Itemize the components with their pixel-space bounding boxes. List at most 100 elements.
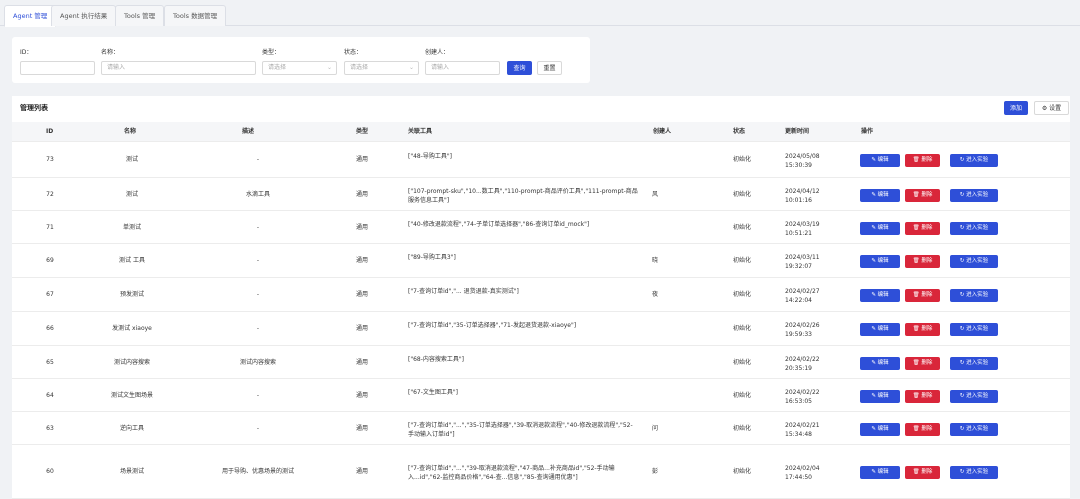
table-row: 60 场景测试 用于导购、优惠场景的测试 通用 ["7-查询订单id","...","3… <box>12 445 1070 499</box>
cell-id: 60 <box>46 468 54 475</box>
cell-id: 73 <box>46 156 54 163</box>
delete-button[interactable]: 🗑 删除 <box>905 189 940 202</box>
delete-button[interactable]: 🗑 删除 <box>905 289 940 302</box>
tab-tools-management[interactable]: Tools 管理 <box>115 5 165 26</box>
cell-name: 场景测试 <box>119 468 144 475</box>
edit-button[interactable]: ✎ 编辑 <box>860 289 900 302</box>
cell-tools: ["89-导购工具3"] <box>408 254 456 261</box>
delete-button[interactable]: 🗑 删除 <box>905 154 940 167</box>
id-label: ID： <box>20 49 33 56</box>
delete-button[interactable]: 🗑 删除 <box>905 255 940 268</box>
status-select[interactable]: 请选择 ⌄ <box>344 61 419 75</box>
cell-tools: ["7-查询订单id","35-订单选择器","71-发起退货退款-xiaoye… <box>408 322 577 329</box>
add-button[interactable]: 添加 <box>1004 101 1028 115</box>
enter-experiment-button[interactable]: ↻ 进入实验 <box>950 466 998 479</box>
type-select[interactable]: 请选择 ⌄ <box>262 61 337 75</box>
cell-type: 通用 <box>355 468 368 475</box>
cell-creator: 问 <box>652 425 659 432</box>
table-row: 67 预发测试 - 通用 ["7-查询订单id","... 退货退款-真实测试"] 夜 初始… <box>12 278 1070 312</box>
edit-button[interactable]: ✎ 编辑 <box>860 390 900 403</box>
edit-button[interactable]: ✎ 编辑 <box>860 189 900 202</box>
cell-updated: 2024/02/21 15:34:48 <box>785 422 820 438</box>
cell-updated: 2024/03/11 19:32:07 <box>785 254 820 270</box>
edit-button[interactable]: ✎ 编辑 <box>860 466 900 479</box>
cell-name: 逆向工具 <box>119 425 144 432</box>
delete-button-label: 删除 <box>921 360 933 366</box>
enter-experiment-button-label: 进入实验 <box>966 469 989 475</box>
delete-button[interactable]: 🗑 删除 <box>905 222 940 235</box>
table-row: 69 测试 工具 - 通用 ["89-导购工具3"] 晓 初始化 2024/03/11 19:… <box>12 244 1070 278</box>
tab-tools-data[interactable]: Tools 数据管理 <box>164 5 227 26</box>
cell-type: 通用 <box>355 224 368 231</box>
edit-button-label: 编辑 <box>877 192 889 198</box>
cell-desc: 测试内容搜索 <box>239 359 276 366</box>
edit-button-label: 编辑 <box>877 360 889 366</box>
cell-updated: 2024/02/22 16:53:05 <box>785 389 820 405</box>
edit-button-label: 编辑 <box>877 469 889 475</box>
id-input[interactable] <box>20 61 95 75</box>
cell-creator: 彭 <box>652 468 659 475</box>
enter-experiment-button[interactable]: ↻ 进入实验 <box>950 423 998 436</box>
cell-status: 初始化 <box>732 359 751 366</box>
creator-label: 创建人： <box>425 49 450 56</box>
delete-button[interactable]: 🗑 删除 <box>905 357 940 370</box>
enter-experiment-button[interactable]: ↻ 进入实验 <box>950 289 998 302</box>
reset-button[interactable]: 重置 <box>537 61 562 75</box>
edit-button[interactable]: ✎ 编辑 <box>860 154 900 167</box>
cell-updated: 2024/02/26 19:59:33 <box>785 322 820 338</box>
enter-experiment-button[interactable]: ↻ 进入实验 <box>950 357 998 370</box>
edit-button[interactable]: ✎ 编辑 <box>860 357 900 370</box>
cell-type: 通用 <box>355 291 368 298</box>
edit-button[interactable]: ✎ 编辑 <box>860 255 900 268</box>
enter-experiment-button[interactable]: ↻ 进入实验 <box>950 255 998 268</box>
delete-button[interactable]: 🗑 删除 <box>905 323 940 336</box>
cell-tools: ["67-文生图工具"] <box>408 389 459 396</box>
name-placeholder: 请输入 <box>107 64 126 71</box>
delete-button[interactable]: 🗑 删除 <box>905 390 940 403</box>
query-button[interactable]: 查询 <box>507 61 532 75</box>
cell-type: 通用 <box>355 392 368 399</box>
cell-type: 通用 <box>355 156 368 163</box>
delete-button-label: 删除 <box>921 157 933 163</box>
cell-desc: - <box>256 291 260 298</box>
edit-button[interactable]: ✎ 编辑 <box>860 323 900 336</box>
col-actions: 操作 <box>861 128 874 135</box>
delete-button-label: 删除 <box>921 326 933 332</box>
cell-tools: ["7-查询订单id","...","35-订单选择器","39-取消退款流程"… <box>408 422 633 438</box>
cell-status: 初始化 <box>732 425 751 432</box>
delete-button[interactable]: 🗑 删除 <box>905 466 940 479</box>
cell-id: 66 <box>46 325 54 332</box>
delete-button-label: 删除 <box>921 393 933 399</box>
name-input[interactable]: 请输入 <box>101 61 256 75</box>
edit-button[interactable]: ✎ 编辑 <box>860 423 900 436</box>
table-row: 63 逆向工具 - 通用 ["7-查询订单id","...","35-订单选择器","3… <box>12 412 1070 445</box>
edit-button[interactable]: ✎ 编辑 <box>860 222 900 235</box>
delete-button-label: 删除 <box>921 469 933 475</box>
tab-agent-results[interactable]: Agent 执行结果 <box>51 5 117 26</box>
edit-button-label: 编辑 <box>877 393 889 399</box>
delete-button[interactable]: 🗑 删除 <box>905 423 940 436</box>
col-desc: 描述 <box>242 128 255 135</box>
edit-button-label: 编辑 <box>877 426 889 432</box>
cell-updated: 2024/03/19 10:51:21 <box>785 221 820 237</box>
enter-experiment-button-label: 进入实验 <box>966 157 989 163</box>
filter-panel: ID： 名称： 请输入 类型： 请选择 ⌄ 状态： 请选择 ⌄ 创建人： 请输入 查… <box>12 37 590 83</box>
table-row: 72 测试 水滴工具 通用 ["107-prompt-sku","10...数工具","… <box>12 178 1070 211</box>
gear-icon: ⚙ <box>1041 105 1048 112</box>
table-header: ID 名称 描述 类型 关联工具 创建人 状态 更新时间 操作 <box>12 122 1070 142</box>
creator-input[interactable]: 请输入 <box>425 61 500 75</box>
enter-experiment-button[interactable]: ↻ 进入实验 <box>950 390 998 403</box>
enter-experiment-button-label: 进入实验 <box>966 292 989 298</box>
tab-agent-management[interactable]: Agent 管理 <box>4 5 57 27</box>
enter-experiment-button[interactable]: ↻ 进入实验 <box>950 154 998 167</box>
enter-experiment-button-label: 进入实验 <box>966 360 989 366</box>
enter-experiment-button[interactable]: ↻ 进入实验 <box>950 222 998 235</box>
list-panel: 管理列表 添加 ⚙ 设置 ID 名称 描述 类型 关联工具 创建人 状态 更新时… <box>12 96 1070 499</box>
enter-experiment-button[interactable]: ↻ 进入实验 <box>950 189 998 202</box>
enter-experiment-button[interactable]: ↻ 进入实验 <box>950 323 998 336</box>
cell-creator: 晓 <box>652 257 659 264</box>
cell-desc: - <box>256 325 260 332</box>
cell-id: 64 <box>46 392 54 399</box>
settings-button[interactable]: ⚙ 设置 <box>1034 101 1069 115</box>
table-row: 71 单测试 - 通用 ["40-修改退款流程","74-子单订单选择器","86-查询… <box>12 211 1070 244</box>
